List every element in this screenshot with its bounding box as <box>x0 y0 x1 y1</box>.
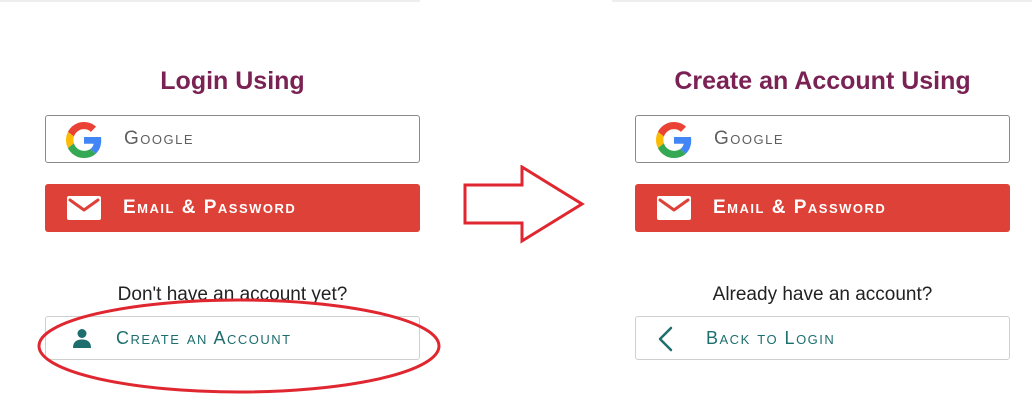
envelope-icon <box>657 196 691 220</box>
envelope-icon <box>67 196 101 220</box>
google-login-button[interactable]: Google <box>45 115 420 163</box>
email-button-label: Email & Password <box>713 197 887 218</box>
google-button-label: Google <box>124 128 195 149</box>
signup-title: Create an Account Using <box>674 67 971 95</box>
google-button-label: Google <box>714 128 785 149</box>
google-icon <box>66 122 102 158</box>
google-icon <box>656 122 692 158</box>
chevron-left-icon <box>658 326 673 352</box>
google-signup-button[interactable]: Google <box>635 115 1010 163</box>
email-button-label: Email & Password <box>123 197 297 218</box>
right-arrow-icon <box>463 165 585 244</box>
email-login-button[interactable]: Email & Password <box>45 184 420 232</box>
email-signup-button[interactable]: Email & Password <box>635 184 1010 232</box>
signup-panel: Create an Account Using Google Email & P… <box>635 0 1010 396</box>
ellipse-highlight-icon <box>37 298 441 394</box>
back-to-login-button[interactable]: Back to Login <box>635 316 1010 360</box>
login-prompt: Already have an account? <box>712 284 933 305</box>
back-to-login-label: Back to Login <box>706 328 836 348</box>
login-title: Login Using <box>160 67 305 95</box>
